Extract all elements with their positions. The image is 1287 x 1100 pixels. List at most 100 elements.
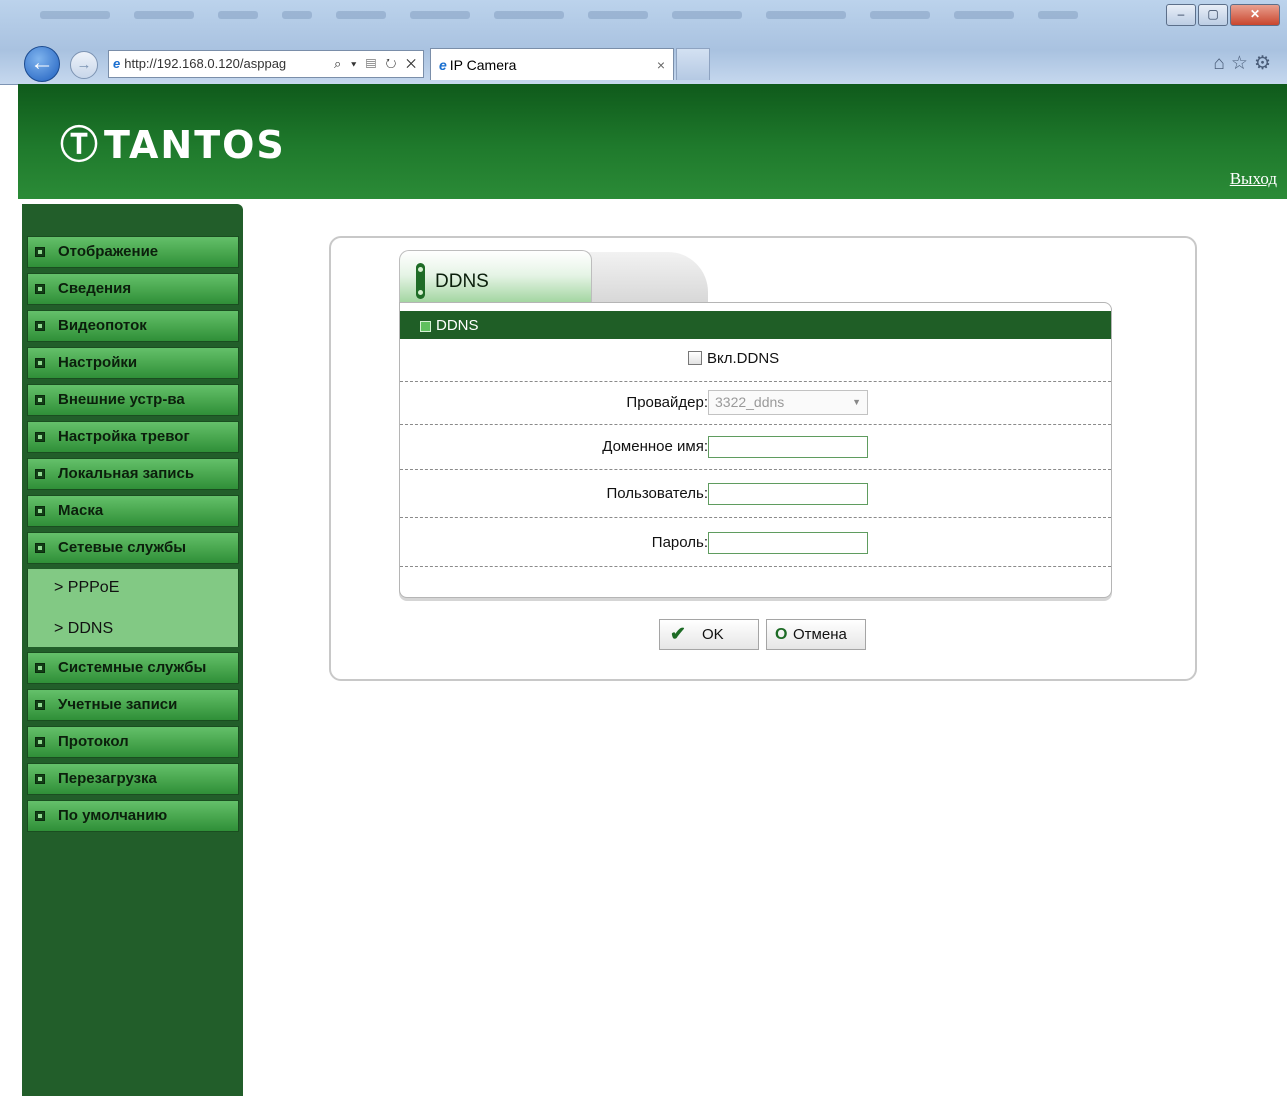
- submenu-network-services: > PPPoE > DDNS: [27, 569, 239, 647]
- cancel-icon: O: [775, 626, 788, 643]
- minimize-button[interactable]: –: [1166, 4, 1196, 26]
- password-row: Пароль:: [400, 518, 1111, 567]
- sidebar-item-label: Перезагрузка: [58, 770, 157, 787]
- ok-label: OK: [702, 626, 724, 643]
- provider-value: 3322_ddns: [715, 394, 785, 410]
- password-input[interactable]: [708, 532, 868, 554]
- user-label: Пользователь:: [606, 485, 708, 502]
- enable-ddns-label: Вкл.DDNS: [707, 350, 780, 367]
- new-tab-button[interactable]: [676, 48, 710, 80]
- sidebar-item-label: Настройка тревог: [58, 428, 190, 445]
- sidebar-item-label: Отображение: [58, 243, 159, 260]
- provider-label: Провайдер:: [626, 394, 708, 411]
- home-icon[interactable]: ⌂: [1213, 53, 1230, 74]
- chevron-down-icon: ▼: [852, 397, 861, 407]
- menu-bullet-icon: [35, 469, 45, 479]
- cancel-button[interactable]: O Отмена: [766, 619, 866, 650]
- provider-select[interactable]: 3322_ddns ▼: [708, 390, 868, 415]
- sidebar-item-2[interactable]: Сведения: [27, 273, 239, 305]
- ie-icon: e: [439, 57, 447, 73]
- submenu-item-1[interactable]: > PPPoE: [54, 579, 119, 597]
- close-window-button[interactable]: ✕: [1230, 4, 1280, 26]
- menu-bullet-icon: [35, 432, 45, 442]
- sidebar-item-label: Сетевые службы: [58, 539, 187, 556]
- menu-bullet-icon: [35, 700, 45, 710]
- menu-bullet-icon: [35, 321, 45, 331]
- logo-text: TANTOS: [104, 123, 286, 167]
- ie-icon: e: [113, 56, 121, 71]
- address-tools-icons[interactable]: ⌕ ▾ ▤ ↻ ✕: [334, 51, 419, 77]
- gear-icon[interactable]: ⚙: [1254, 53, 1277, 74]
- sidebar-item-label: Сведения: [58, 280, 132, 297]
- user-input[interactable]: [708, 483, 868, 505]
- logout-link[interactable]: Выход: [1230, 169, 1277, 189]
- sidebar-item-label: Учетные записи: [58, 696, 178, 713]
- sidebar-item-13[interactable]: Перезагрузка: [27, 763, 239, 795]
- sidebar-item-1[interactable]: Отображение: [27, 236, 239, 268]
- sidebar-item-label: Системные службы: [58, 659, 207, 676]
- address-bar[interactable]: e http://192.168.0.120/asppag ⌕ ▾ ▤ ↻ ✕: [108, 50, 424, 78]
- favorites-icon[interactable]: ☆: [1231, 53, 1254, 74]
- sidebar-item-6[interactable]: Настройка тревог: [27, 421, 239, 453]
- address-url: http://192.168.0.120/asppag: [124, 56, 287, 71]
- tab-ddns[interactable]: DDNS: [399, 250, 592, 304]
- menu-bullet-icon: [35, 543, 45, 553]
- sidebar-item-label: Протокол: [58, 733, 129, 750]
- tab-inactive[interactable]: [578, 252, 708, 302]
- submenu-item-2[interactable]: > DDNS: [54, 620, 113, 638]
- sidebar-menu: Отображение Сведения Видеопоток Настройки Вн…: [27, 236, 239, 837]
- sidebar-item-label: Маска: [58, 502, 104, 519]
- menu-bullet-icon: [35, 737, 45, 747]
- password-label: Пароль:: [651, 534, 708, 551]
- back-button[interactable]: ←: [24, 46, 60, 82]
- section-title: DDNS: [436, 317, 479, 334]
- ddns-form: DDNS Вкл.DDNS Провайдер: 3322_ddns ▼ Дом…: [399, 302, 1112, 598]
- menu-bullet-icon: [35, 506, 45, 516]
- sidebar-item-label: Локальная запись: [58, 465, 195, 482]
- sidebar-item-9[interactable]: Сетевые службы: [27, 532, 239, 564]
- sidebar-item-10[interactable]: Системные службы: [27, 652, 239, 684]
- provider-row: Провайдер: 3322_ddns ▼: [400, 382, 1111, 425]
- domain-label: Доменное имя:: [602, 438, 708, 455]
- domain-row: Доменное имя:: [400, 425, 1111, 470]
- tab-ip-camera[interactable]: e IP Camera ×: [430, 48, 674, 80]
- browser-chrome: – ▢ ✕ ← → e http://192.168.0.120/asppag ⌕…: [0, 0, 1287, 85]
- cancel-label: Отмена: [793, 626, 847, 643]
- menu-bullet-icon: [35, 811, 45, 821]
- ok-button[interactable]: ✔ OK: [659, 619, 759, 650]
- sidebar-item-12[interactable]: Протокол: [27, 726, 239, 758]
- user-row: Пользователь:: [400, 470, 1111, 518]
- page-header: Ⓣ TANTOS Выход: [18, 84, 1287, 199]
- browser-favorites-bar: [40, 6, 1120, 28]
- check-icon: ✔: [670, 624, 686, 645]
- enable-ddns-checkbox[interactable]: [688, 351, 702, 365]
- tab-indicator-icon: [416, 263, 425, 299]
- sidebar-item-label: Настройки: [58, 354, 138, 371]
- sidebar-item-label: Внешние устр-ва: [58, 391, 185, 408]
- sidebar-item-3[interactable]: Видеопоток: [27, 310, 239, 342]
- sidebar-item-11[interactable]: Учетные записи: [27, 689, 239, 721]
- menu-bullet-icon: [35, 247, 45, 257]
- sidebar: Отображение Сведения Видеопоток Настройки Вн…: [22, 204, 243, 1096]
- menu-bullet-icon: [35, 284, 45, 294]
- section-bullet-icon: [420, 321, 431, 332]
- tab-close-icon[interactable]: ×: [657, 49, 665, 81]
- tantos-logo: Ⓣ TANTOS: [60, 114, 286, 169]
- sidebar-item-7[interactable]: Локальная запись: [27, 458, 239, 490]
- tab-title: IP Camera: [449, 57, 517, 73]
- menu-bullet-icon: [35, 663, 45, 673]
- domain-input[interactable]: [708, 436, 868, 458]
- maximize-button[interactable]: ▢: [1198, 4, 1228, 26]
- sidebar-item-label: По умолчанию: [58, 807, 168, 824]
- tantos-logo-icon: Ⓣ: [60, 123, 101, 167]
- forward-button[interactable]: →: [70, 51, 98, 79]
- enable-row: Вкл.DDNS: [400, 339, 1111, 382]
- sidebar-item-4[interactable]: Настройки: [27, 347, 239, 379]
- tab-ddns-label: DDNS: [435, 271, 489, 292]
- section-header: DDNS: [400, 311, 1111, 339]
- sidebar-item-5[interactable]: Внешние устр-ва: [27, 384, 239, 416]
- toolbar-icons: ⌂☆⚙: [1213, 52, 1277, 75]
- sidebar-item-8[interactable]: Маска: [27, 495, 239, 527]
- sidebar-item-14[interactable]: По умолчанию: [27, 800, 239, 832]
- menu-bullet-icon: [35, 774, 45, 784]
